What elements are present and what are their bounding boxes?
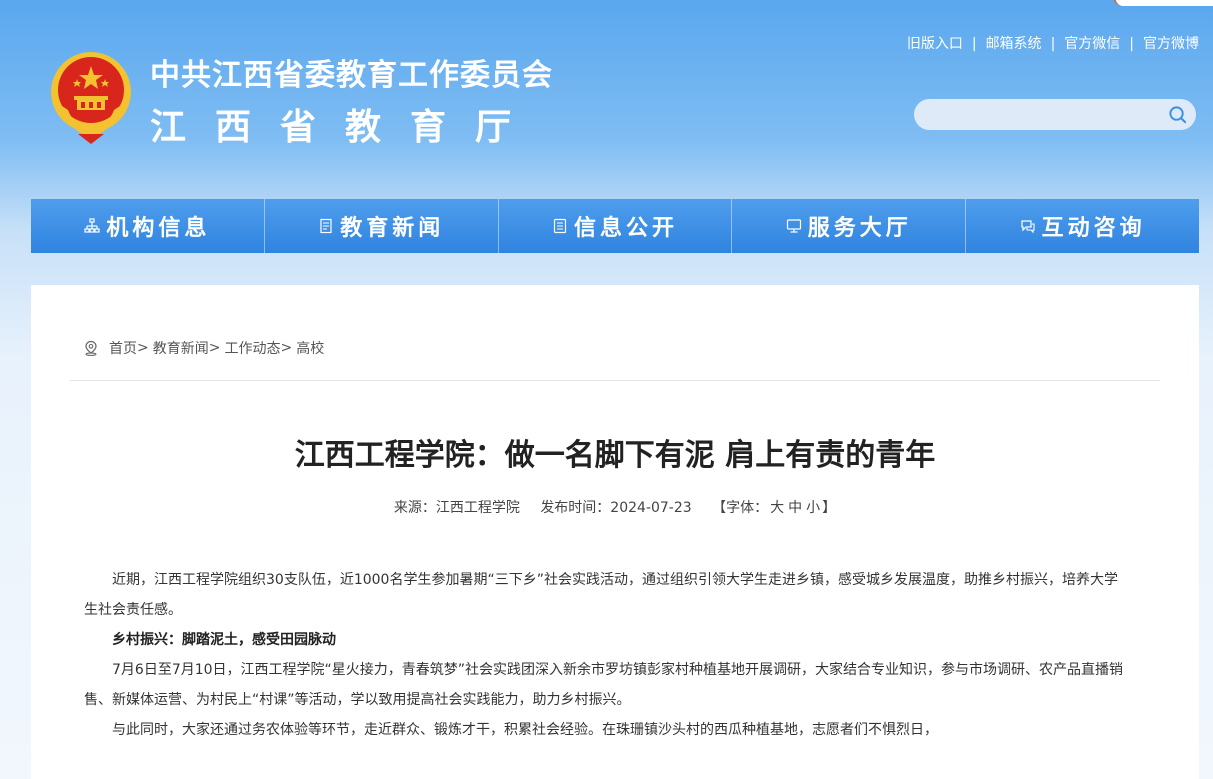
search-input[interactable] (914, 99, 1164, 130)
breadcrumb-separator: > (208, 340, 221, 356)
article-subheading: 乡村振兴：脚踏泥土，感受田园脉动 (112, 632, 336, 648)
breadcrumb: 首页 > 教育新闻 > 工作动态 > 高校 (83, 338, 324, 358)
mail-system-link[interactable]: 邮箱系统 (986, 36, 1042, 52)
nav-item-service-hall[interactable]: 服务大厅 (732, 199, 967, 253)
article-source: 来源：江西工程学院 (393, 500, 520, 516)
nav-item-organization[interactable]: 机构信息 (31, 199, 265, 253)
article-title: 江西工程学院：做一名脚下有泥 肩上有责的青年 (294, 438, 936, 473)
font-large-button[interactable]: 大 (770, 500, 784, 516)
site-title-top: 中共江西省委教育工作委员会 (150, 58, 553, 93)
nav-item-info-disclosure[interactable]: 信息公开 (498, 199, 733, 253)
official-wechat-link[interactable]: 官方微信 (1064, 36, 1120, 52)
font-size-control: 【字体：大中小】 (712, 500, 836, 516)
nav-item-education-news[interactable]: 教育新闻 (264, 199, 499, 253)
article-meta: 来源：江西工程学院 发布时间：2024-07-23 【字体：大中小】 (31, 497, 1199, 517)
document-icon (320, 218, 332, 234)
divider (70, 380, 1160, 381)
article-paragraph: 近期，江西工程学院组织30支队伍，近1000名学生参加暑期“三下乡”社会实践活动… (84, 572, 1118, 618)
search-icon[interactable] (1168, 105, 1187, 124)
location-pin-icon (85, 340, 97, 356)
nav-label: 教育新闻 (340, 216, 445, 241)
site-title-bottom: 江西省教育厅 (150, 106, 541, 148)
breadcrumb-education-news[interactable]: 教育新闻 (153, 338, 209, 358)
font-medium-button[interactable]: 中 (788, 500, 802, 516)
org-chart-icon (84, 218, 100, 233)
main-nav: 机构信息 教育新闻 信息公开 服务大厅 互动咨询 (31, 199, 1199, 253)
list-document-icon (553, 218, 567, 234)
content-panel: 首页 > 教育新闻 > 工作动态 > 高校 江西工程学院：做一名脚下有泥 肩上有责的青… (31, 285, 1199, 779)
breadcrumb-universities[interactable]: 高校 (296, 338, 324, 358)
chat-icon (1020, 220, 1035, 234)
separator: | (1129, 36, 1134, 52)
monitor-icon (786, 219, 801, 233)
breadcrumb-separator: > (137, 340, 149, 356)
font-ctrl-prefix: 【字体： (712, 500, 769, 516)
breadcrumb-work-updates[interactable]: 工作动态 (224, 338, 280, 358)
nav-label: 服务大厅 (807, 216, 912, 241)
nav-label: 信息公开 (573, 216, 678, 241)
nav-label: 互动咨询 (1041, 216, 1146, 241)
font-ctrl-suffix: 】 (822, 500, 837, 516)
separator: | (1050, 36, 1056, 52)
breadcrumb-separator: > (280, 340, 293, 356)
corner-badge (1113, 0, 1213, 6)
search-box (914, 99, 1196, 130)
article-paragraph: 与此同时，大家还通过务农体验等环节，走近群众、锻炼才干，积累社会经验。在珠珊镇沙… (112, 722, 938, 738)
top-links: 旧版入口 | 邮箱系统 | 官方微信 | 官方微博 (907, 33, 1199, 53)
nav-label: 机构信息 (106, 216, 211, 241)
font-small-button[interactable]: 小 (806, 500, 820, 516)
old-version-link[interactable]: 旧版入口 (907, 36, 963, 52)
official-weibo-link[interactable]: 官方微博 (1143, 36, 1199, 52)
nav-item-interactive-consult[interactable]: 互动咨询 (966, 199, 1199, 253)
breadcrumb-home[interactable]: 首页 (109, 338, 137, 358)
national-emblem-icon (51, 52, 131, 144)
article-body: 近期，江西工程学院组织30支队伍，近1000名学生参加暑期“三下乡”社会实践活动… (84, 565, 1127, 745)
article-paragraph: 7月6日至7月10日，江西工程学院“星火接力，青春筑梦”社会实践团深入新余市罗坊… (84, 662, 1124, 708)
article-publish-time: 发布时间：2024-07-23 (540, 500, 692, 516)
separator: | (971, 36, 977, 52)
